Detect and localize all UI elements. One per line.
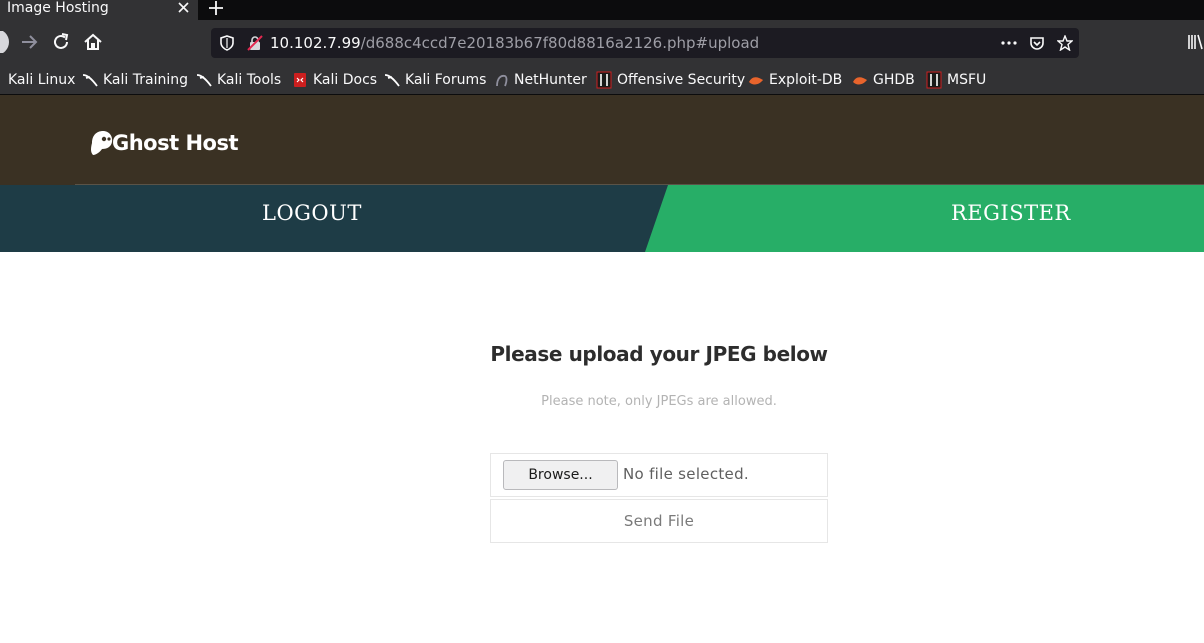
site-nav: LOGOUT REGISTER [0, 185, 1204, 252]
upload-heading: Please upload your JPEG below [490, 342, 828, 366]
send-file-button[interactable]: Send File [490, 499, 828, 543]
kali-dragon-icon [82, 74, 98, 87]
site-header: Ghost Host [0, 95, 1204, 185]
tab-strip: Image Hosting [0, 0, 1204, 20]
exploit-db-icon [749, 77, 763, 85]
shield-icon[interactable] [219, 35, 235, 51]
bookmark-nethunter[interactable]: NetHunter [495, 69, 587, 91]
more-actions-icon[interactable] [1001, 35, 1017, 51]
library-icon[interactable] [1187, 31, 1204, 53]
pocket-icon[interactable] [1029, 35, 1045, 51]
new-tab-icon[interactable] [206, 0, 226, 18]
bookmark-label: NetHunter [514, 72, 587, 88]
bookmark-kali-tools[interactable]: Kali Tools [196, 69, 281, 91]
logo-text: Ghost Host [112, 131, 239, 155]
file-status: No file selected. [623, 465, 749, 483]
url-path: /d688c4ccd7e20183b67f80d8816a2126.php#up… [360, 34, 760, 52]
browser-tab[interactable]: Image Hosting [0, 0, 198, 20]
bookmark-label: MSFU [947, 72, 987, 88]
browser-navbar: 10.102.7.99/d688c4ccd7e20183b67f80d8816a… [0, 20, 1204, 66]
kali-dragon-icon [384, 74, 400, 87]
home-icon[interactable] [82, 31, 104, 53]
close-tab-icon[interactable] [175, 0, 191, 16]
url-text[interactable]: 10.102.7.99/d688c4ccd7e20183b67f80d8816a… [270, 33, 759, 53]
bookmark-msfu[interactable]: MSFU [926, 69, 986, 91]
msfu-icon [926, 71, 942, 89]
offsec-icon [596, 71, 612, 89]
insecure-lock-icon[interactable] [247, 35, 263, 51]
bookmark-label: Kali Linux [8, 72, 76, 88]
upload-note: Please note, only JPEGs are allowed. [541, 394, 777, 409]
bookmark-label: Exploit-DB [769, 72, 843, 88]
kali-docs-icon [294, 73, 306, 87]
ghost-icon [91, 131, 113, 155]
bookmark-ghdb[interactable]: GHDB [852, 69, 915, 91]
forward-icon[interactable] [18, 31, 40, 53]
bookmark-star-icon[interactable] [1057, 35, 1073, 51]
bookmark-label: Kali Tools [217, 72, 282, 88]
logout-link[interactable]: LOGOUT [262, 201, 362, 225]
bookmark-label: Kali Forums [405, 72, 487, 88]
ghdb-icon [853, 77, 867, 85]
browse-button[interactable]: Browse... [503, 460, 618, 490]
bookmark-kali-training[interactable]: Kali Training [82, 69, 188, 91]
bookmark-offensive-security[interactable]: Offensive Security [596, 69, 745, 91]
bookmark-kali-docs[interactable]: Kali Docs [292, 69, 377, 91]
back-icon[interactable] [0, 31, 12, 53]
bookmarks-toolbar: Kali Linux Kali Training Kali Tools Kali… [0, 66, 1204, 95]
bookmark-label: Kali Docs [313, 72, 378, 88]
register-link[interactable]: REGISTER [951, 201, 1071, 225]
bookmark-label: Offensive Security [617, 72, 746, 88]
url-host: 10.102.7.99 [270, 34, 361, 52]
bookmark-label: Kali Training [103, 72, 188, 88]
bookmark-exploit-db[interactable]: Exploit-DB [748, 69, 842, 91]
nethunter-icon [496, 74, 508, 87]
kali-dragon-icon [196, 74, 212, 87]
reload-icon[interactable] [50, 31, 72, 53]
bookmark-label: GHDB [873, 72, 915, 88]
file-input[interactable]: Browse... No file selected. [490, 453, 828, 497]
bookmark-kali-forums[interactable]: Kali Forums [384, 69, 486, 91]
site-logo[interactable]: Ghost Host [90, 128, 239, 158]
bookmark-kali-linux[interactable]: Kali Linux [8, 69, 75, 91]
url-bar[interactable]: 10.102.7.99/d688c4ccd7e20183b67f80d8816a… [211, 28, 1079, 58]
tab-title: Image Hosting [7, 0, 109, 16]
